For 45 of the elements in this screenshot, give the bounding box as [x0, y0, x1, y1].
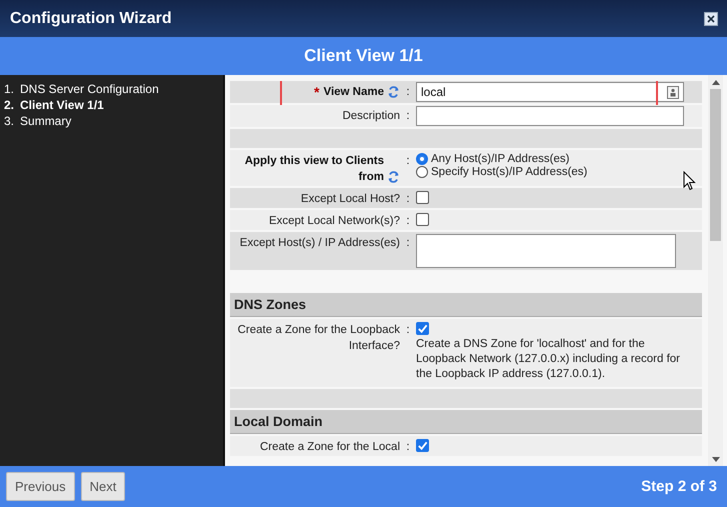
separator-colon: : — [405, 85, 411, 100]
step-item[interactable]: 1. DNS Server Configuration — [4, 81, 219, 97]
mouse-cursor-icon — [683, 171, 696, 191]
radio-label: Specify Host(s)/IP Address(es) — [431, 166, 588, 178]
nav-button[interactable]: Next — [80, 472, 126, 501]
separator-colon: : — [405, 109, 411, 124]
checkbox[interactable] — [416, 439, 429, 452]
separator-colon: : — [405, 154, 411, 169]
refresh-icon[interactable] — [387, 85, 400, 99]
close-icon[interactable] — [704, 12, 718, 26]
radio-button[interactable] — [416, 166, 428, 178]
text-field[interactable] — [416, 106, 684, 126]
separator-colon: : — [405, 214, 411, 229]
radio-button[interactable] — [416, 153, 428, 165]
field-description: Create a DNS Zone for 'localhost' and for the Loopback Network (127.0.0.x) including a record for the Loopback IP address (127.0.0.1). — [416, 337, 681, 382]
checkbox[interactable] — [416, 213, 429, 226]
section-heading: Local Domain — [230, 410, 702, 434]
field-label: Except Local Network(s)? — [268, 214, 400, 229]
field-label: View Name — [323, 85, 384, 100]
field-label: Apply this view to Clients from — [244, 154, 384, 185]
radio-label: Any Host(s)/IP Address(es) — [431, 153, 570, 165]
required-mark: * — [314, 84, 320, 100]
scrollbar[interactable] — [708, 75, 723, 466]
nav-button[interactable]: Previous — [6, 472, 75, 501]
checkbox[interactable] — [416, 322, 429, 335]
field-label: Description — [342, 109, 400, 124]
step-item[interactable]: 3. Summary — [4, 113, 219, 129]
text-field[interactable]: local — [416, 82, 684, 102]
refresh-icon[interactable] — [387, 170, 400, 184]
field-label: Except Host(s) / IP Address(es) — [240, 236, 400, 251]
window-title: Configuration Wizard — [10, 10, 172, 28]
field-label: Except Local Host? — [300, 192, 400, 207]
field-label: Create a Zone for the Loopback Interface? — [236, 323, 400, 354]
section-heading: DNS Zones — [230, 293, 702, 317]
checkbox[interactable] — [416, 191, 429, 204]
step-item[interactable]: 2. Client View 1/1 — [4, 97, 219, 113]
separator-colon: : — [405, 323, 411, 338]
field-label: Create a Zone for the Local — [260, 440, 400, 455]
separator-colon: : — [405, 192, 411, 207]
text-area[interactable] — [416, 234, 676, 268]
separator-colon: : — [405, 440, 411, 455]
step-title: Client View 1/1 — [304, 46, 423, 66]
contact-card-icon[interactable] — [667, 86, 679, 98]
separator-colon: : — [405, 236, 411, 251]
step-counter: Step 2 of 3 — [641, 478, 717, 495]
